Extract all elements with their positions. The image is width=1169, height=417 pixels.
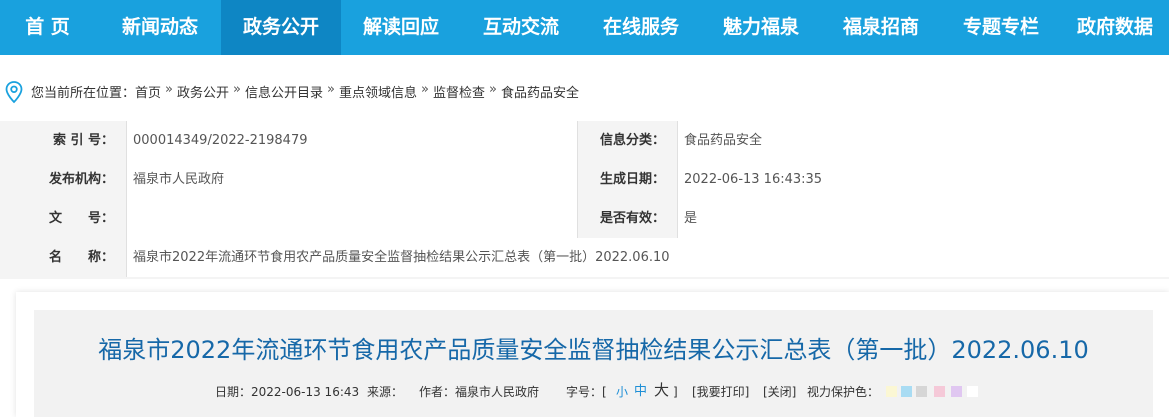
- article-source: 来源：: [367, 385, 404, 399]
- nav-item-home[interactable]: 首 页: [0, 0, 95, 55]
- eye-care-swatch-white[interactable]: [967, 386, 978, 397]
- main-nav: 首 页 新闻动态 政务公开 解读回应 互动交流 在线服务 魅力福泉 福泉招商 专…: [0, 0, 1169, 55]
- nav-item-news[interactable]: 新闻动态: [100, 0, 220, 55]
- article-author: 作者：福泉市人民政府: [419, 385, 540, 399]
- font-size-label: 字号：[: [566, 385, 607, 399]
- breadcrumb-item-catalog[interactable]: 信息公开目录: [245, 82, 323, 101]
- eye-care-swatch-blue[interactable]: [901, 386, 912, 397]
- breadcrumb-separator: »: [488, 82, 497, 97]
- document-number-value: [127, 199, 578, 238]
- location-pin-icon: [5, 81, 23, 104]
- category-label: 信息分类：: [578, 121, 678, 160]
- eye-care-swatch-pink[interactable]: [934, 386, 945, 397]
- meta-row: 发布机构： 福泉市人民政府 生成日期： 2022-06-13 16:43:35: [0, 160, 1169, 199]
- breadcrumb-item-supervision[interactable]: 监督检查: [433, 82, 485, 101]
- font-size-medium-button[interactable]: 中: [634, 383, 647, 401]
- font-size-large-button[interactable]: 大: [654, 381, 669, 399]
- nav-item-topics[interactable]: 专题专栏: [941, 0, 1061, 55]
- nav-item-online-service[interactable]: 在线服务: [581, 0, 701, 55]
- document-name-value: 福泉市2022年流通环节食用农产品质量安全监督抽检结果公示汇总表（第一批）202…: [127, 238, 1169, 277]
- nav-item-investment[interactable]: 福泉招商: [821, 0, 941, 55]
- index-number-label: 索 引 号：: [0, 121, 127, 160]
- breadcrumb-separator: »: [327, 82, 335, 97]
- close-button[interactable]: [关闭]: [763, 383, 796, 401]
- breadcrumb-separator: »: [165, 82, 173, 97]
- eye-care-swatch-purple[interactable]: [951, 386, 962, 397]
- article-header: 福泉市2022年流通环节食用农产品质量安全监督抽检结果公示汇总表（第一批）202…: [34, 310, 1153, 417]
- meta-row: 名 称： 福泉市2022年流通环节食用农产品质量安全监督抽检结果公示汇总表（第一…: [0, 238, 1169, 277]
- document-meta-table: 索 引 号： 000014349/2022-2198479 信息分类： 食品药品…: [0, 121, 1169, 279]
- print-button[interactable]: [我要打印]: [692, 383, 749, 401]
- font-size-small-button[interactable]: 小: [616, 383, 628, 401]
- meta-row: 文 号： 是否有效： 是: [0, 199, 1169, 238]
- eye-care-swatch-gray[interactable]: [916, 386, 927, 397]
- nav-item-gov-data[interactable]: 政府数据: [1061, 0, 1169, 55]
- nav-item-interaction[interactable]: 互动交流: [461, 0, 581, 55]
- nav-item-interpretation[interactable]: 解读回应: [341, 0, 461, 55]
- meta-row: 索 引 号： 000014349/2022-2198479 信息分类： 食品药品…: [0, 121, 1169, 160]
- validity-label: 是否有效：: [578, 199, 678, 238]
- category-value: 食品药品安全: [678, 121, 1169, 160]
- document-name-label: 名 称：: [0, 238, 127, 277]
- article-title: 福泉市2022年流通环节食用农产品质量安全监督抽检结果公示汇总表（第一批）202…: [98, 336, 1089, 364]
- breadcrumb-prefix: 您当前所在位置：: [31, 86, 136, 101]
- breadcrumb-separator: »: [233, 82, 241, 97]
- article-info-bar: 日期：2022-06-13 16:43 来源： 作者：福泉市人民政府 字号：[ …: [34, 381, 1153, 401]
- eye-care-label: 视力保护色：: [807, 385, 880, 399]
- document-number-label: 文 号：: [0, 199, 127, 238]
- article-date: 日期：2022-06-13 16:43: [215, 385, 360, 399]
- breadcrumb-item-key-areas[interactable]: 重点领域信息: [339, 82, 417, 101]
- breadcrumb-separator: »: [420, 82, 429, 97]
- generated-date-value: 2022-06-13 16:43:35: [678, 160, 1169, 199]
- breadcrumb-item-food-drug[interactable]: 食品药品安全: [501, 82, 579, 101]
- font-size-close-bracket: ]: [673, 385, 678, 399]
- breadcrumb-item-gov-affairs[interactable]: 政务公开: [177, 82, 229, 101]
- article-panel: 福泉市2022年流通环节食用农产品质量安全监督抽检结果公示汇总表（第一批）202…: [16, 292, 1169, 417]
- publisher-value: 福泉市人民政府: [127, 160, 578, 199]
- breadcrumb-item-home[interactable]: 首页: [135, 82, 161, 101]
- index-number-value: 000014349/2022-2198479: [127, 121, 578, 160]
- publisher-label: 发布机构：: [0, 160, 127, 199]
- breadcrumb: 您当前所在位置： 首页 » 政务公开 » 信息公开目录 » 重点领域信息 » 监…: [31, 82, 579, 101]
- nav-item-charm[interactable]: 魅力福泉: [701, 0, 821, 55]
- eye-care-swatch-yellow[interactable]: [886, 386, 897, 397]
- generated-date-label: 生成日期：: [578, 160, 678, 199]
- validity-value: 是: [678, 199, 1169, 238]
- nav-item-gov-affairs[interactable]: 政务公开: [221, 0, 341, 55]
